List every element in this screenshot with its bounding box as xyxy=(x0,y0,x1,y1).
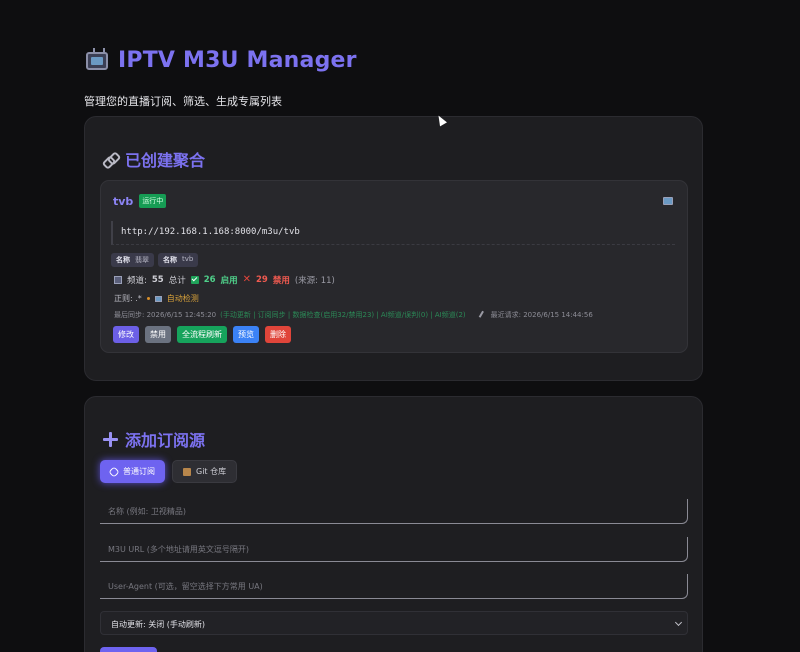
aggregation-header: tvb 运行中 xyxy=(113,194,167,208)
sync-details: (手动更新 | 订阅同步 | 数据检查(启用32/禁用23) | AI频道/误判… xyxy=(220,311,466,319)
tag-item: 名称 tvb xyxy=(158,253,199,267)
tab-label: 普通订阅 xyxy=(123,467,155,476)
link-icon xyxy=(103,152,117,166)
tag-row: 名称 翡翠 名称 tvb xyxy=(111,253,199,267)
auto-detect-label: 自动检测 xyxy=(166,294,199,303)
tag-label: 名称 xyxy=(163,256,177,264)
stats-disabled-suffix: 禁用 xyxy=(272,276,290,286)
tab-label: Git 仓库 xyxy=(196,467,227,476)
aggregations-card: 已创建聚合 tvb 运行中 http://192.168.1.168:8000/… xyxy=(84,116,703,381)
stats-sources: (来源: 11) xyxy=(294,276,335,286)
m3u-url-input[interactable] xyxy=(100,537,688,562)
link-icon xyxy=(108,465,120,478)
app-header: IPTV M3U Manager xyxy=(86,48,357,73)
channel-stats: 频道: 55 总计 26 启用 ✕ 29 禁用 (来源: 11) xyxy=(114,274,335,286)
status-badge: 运行中 xyxy=(139,194,167,208)
add-source-section-title: 添加订阅源 xyxy=(103,427,205,451)
tv-icon xyxy=(86,51,108,70)
stats-enabled: 26 xyxy=(203,275,216,285)
page-title: IPTV M3U Manager xyxy=(118,48,357,73)
tv-icon[interactable] xyxy=(663,197,673,205)
auto-update-value: 自动更新: 关闭 (手动刷新) xyxy=(111,620,206,629)
auto-update-select[interactable]: 自动更新: 关闭 (手动刷新) xyxy=(100,611,688,635)
broom-icon xyxy=(478,310,488,320)
add-source-title-text: 添加订阅源 xyxy=(125,431,206,450)
disable-button[interactable]: 禁用 xyxy=(145,326,171,343)
tag-value: 翡翠 xyxy=(135,256,149,264)
last-sync: 最后同步: 2026/6/15 12:45:20 xyxy=(114,311,217,319)
tab-git-repo[interactable]: Git 仓库 xyxy=(172,460,238,483)
tag-value: tvb xyxy=(182,255,194,263)
preview-button[interactable]: 预览 xyxy=(233,326,259,343)
aggregation-item: tvb 运行中 http://192.168.1.168:8000/m3u/tv… xyxy=(100,180,688,353)
regex-label: 正则: .* xyxy=(114,294,142,303)
plus-icon xyxy=(103,432,118,447)
check-icon xyxy=(190,276,199,284)
stats-total-suffix: 总计 xyxy=(168,276,186,286)
aggregation-url[interactable]: http://192.168.1.168:8000/m3u/tvb xyxy=(111,221,675,245)
name-input[interactable] xyxy=(100,499,688,524)
edit-button[interactable]: 修改 xyxy=(113,326,139,343)
full-refresh-button[interactable]: 全流程刷新 xyxy=(177,326,227,343)
tag-item: 名称 翡翠 xyxy=(111,253,154,267)
tv-icon xyxy=(154,295,162,302)
tag-label: 名称 xyxy=(116,256,130,264)
source-type-tabs: 普通订阅 Git 仓库 xyxy=(100,460,238,483)
tab-normal-subscription[interactable]: 普通订阅 xyxy=(100,460,165,483)
stats-total: 55 xyxy=(151,275,164,285)
aggregations-section-title: 已创建聚合 xyxy=(103,147,205,171)
dot-icon xyxy=(146,297,150,300)
stats-disabled: 29 xyxy=(255,275,268,285)
stats-enabled-suffix: 启用 xyxy=(220,276,238,286)
regex-row: 正则: .* 自动检测 xyxy=(114,293,199,304)
aggregations-title-text: 已创建聚合 xyxy=(125,151,206,170)
delete-button[interactable]: 删除 xyxy=(265,326,291,343)
x-icon: ✕ xyxy=(242,274,251,285)
page-subtitle: 管理您的直播订阅、筛选、生成专属列表 xyxy=(84,95,282,108)
chevron-down-icon xyxy=(674,618,683,627)
package-icon xyxy=(183,467,191,476)
sync-info: 最后同步: 2026/6/15 12:45:20 (手动更新 | 订阅同步 | … xyxy=(114,310,593,320)
aggregation-actions: 修改 禁用 全流程刷新 预览 删除 xyxy=(113,326,291,343)
chart-icon xyxy=(114,276,122,284)
submit-button[interactable] xyxy=(100,647,157,652)
last-request: 最近请求: 2026/6/15 14:44:56 xyxy=(490,311,593,319)
add-source-card: 添加订阅源 普通订阅 Git 仓库 自动更新: 关闭 (手动刷新) xyxy=(84,396,703,652)
page: IPTV M3U Manager 管理您的直播订阅、筛选、生成专属列表 已创建聚… xyxy=(0,0,800,652)
user-agent-input[interactable] xyxy=(100,574,688,599)
aggregation-name: tvb xyxy=(113,194,134,208)
stats-total-label: 频道: xyxy=(127,276,147,286)
